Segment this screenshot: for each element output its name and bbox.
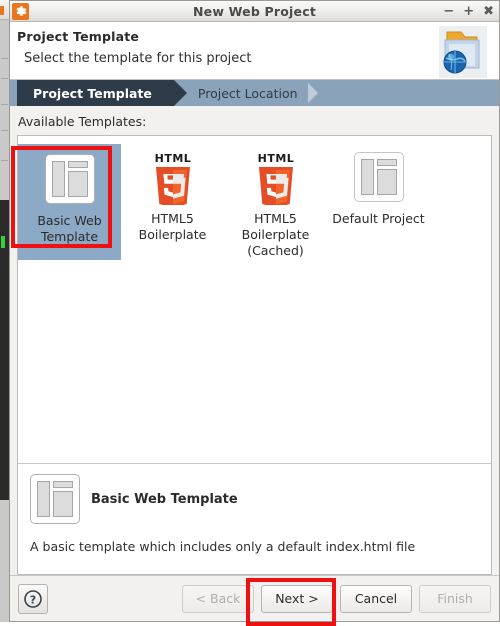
description-header: Basic Web Template <box>30 474 479 524</box>
template-label: HTML5 Boilerplate <box>138 211 207 242</box>
new-web-project-dialog: New Web Project − + ✖ Project Template S… <box>9 0 500 622</box>
close-icon[interactable]: ✖ <box>483 5 494 18</box>
wizard-steps: Project Template Project Location <box>10 80 499 106</box>
step-label: Project Template <box>33 85 152 101</box>
web-layout-icon <box>30 474 80 524</box>
template-label: HTML5 Boilerplate (Cached) <box>241 211 310 258</box>
description-title: Basic Web Template <box>91 491 238 507</box>
template-grid: Basic Web Template HTML HTML5 Boilerplat… <box>18 136 491 463</box>
folder-globe-icon <box>433 24 493 80</box>
web-layout-icon <box>44 151 95 207</box>
background-window-strip <box>0 0 9 622</box>
templates-panel: Basic Web Template HTML HTML5 Boilerplat… <box>17 135 492 575</box>
template-item-basic-web-template[interactable]: Basic Web Template <box>18 144 121 260</box>
web-layout-icon <box>353 149 404 205</box>
step-project-template[interactable]: Project Template <box>17 80 187 106</box>
maximize-icon[interactable]: + <box>463 5 474 18</box>
next-button[interactable]: Next > <box>261 584 333 613</box>
help-button[interactable]: ? <box>18 583 48 614</box>
dialog-header: Project Template Select the template for… <box>10 22 499 80</box>
template-item-html5-boilerplate-cached[interactable]: HTML HTML5 Boilerplate (Cached) <box>224 144 327 259</box>
svg-text:?: ? <box>30 593 36 606</box>
question-mark-icon: ? <box>24 589 42 608</box>
background-window-line <box>1 58 8 59</box>
template-item-html5-boilerplate[interactable]: HTML HTML5 Boilerplate <box>121 144 224 243</box>
background-window-green-marker <box>1 236 5 248</box>
minimize-icon[interactable]: − <box>443 5 454 18</box>
cancel-button[interactable]: Cancel <box>340 584 412 613</box>
html5-shield-icon: HTML <box>151 149 195 205</box>
svg-text:HTML: HTML <box>257 152 294 165</box>
dialog-body: Available Templates: Basic Web Template <box>10 106 499 575</box>
html5-shield-icon: HTML <box>254 149 298 205</box>
header-title: Project Template <box>17 29 140 44</box>
window-controls: − + ✖ <box>443 5 494 18</box>
description-text: A basic template which includes only a d… <box>30 539 416 554</box>
available-templates-label: Available Templates: <box>18 114 147 129</box>
step-project-location[interactable]: Project Location <box>174 80 320 106</box>
background-window-line <box>1 78 8 79</box>
title-bar: New Web Project − + ✖ <box>10 1 499 22</box>
gear-icon <box>12 2 29 20</box>
footer-button-group: < Back Next > Cancel Finish <box>182 584 491 613</box>
background-window-icon <box>0 6 4 15</box>
template-description: Basic Web Template A basic template whic… <box>18 464 491 574</box>
svg-text:HTML: HTML <box>154 152 191 165</box>
header-subtitle: Select the template for this project <box>24 51 252 66</box>
background-window-line <box>1 130 8 131</box>
template-label: Default Project <box>332 211 425 226</box>
background-window-line <box>1 160 8 161</box>
step-label: Project Location <box>197 85 298 101</box>
template-label: Basic Web Template <box>37 213 102 244</box>
dialog-footer: ? < Back Next > Cancel Finish <box>10 575 499 621</box>
finish-button[interactable]: Finish <box>419 584 491 613</box>
back-button[interactable]: < Back <box>182 584 254 613</box>
background-window-line <box>1 104 8 105</box>
template-item-default-project[interactable]: Default Project <box>327 144 430 227</box>
window-title: New Web Project <box>192 3 317 19</box>
